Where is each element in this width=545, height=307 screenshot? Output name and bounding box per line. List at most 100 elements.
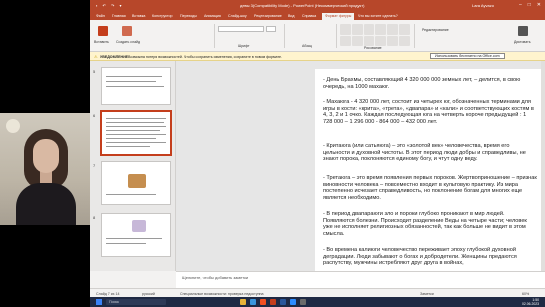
notes-placeholder[interactable]: Щелкните, чтобы добавить заметки xyxy=(182,275,248,280)
thumbnail-text-line xyxy=(106,146,150,147)
edge-icon[interactable] xyxy=(250,299,256,305)
app-icon[interactable] xyxy=(300,299,306,305)
screen: ▪ ↶ ↷ ▾ девы 3(Compatibility Mode) - Pow… xyxy=(0,0,545,307)
paragraph-group-label: Абзац xyxy=(302,44,312,48)
thumbnail-text-line xyxy=(106,138,156,139)
language-indicator[interactable]: русский xyxy=(142,292,155,296)
status-bar: Слайд 7 из 14 русский Специальные возмож… xyxy=(90,288,545,297)
editing-button[interactable]: Редактирование xyxy=(422,28,449,32)
person-body xyxy=(16,183,76,225)
slide-thumbnail[interactable]: 8 xyxy=(93,213,171,257)
window-controls: – □ ✕ xyxy=(519,2,541,8)
slide-bullet[interactable]: Махаюга - 4 320 000 лет, состоит из четы… xyxy=(323,99,537,125)
thumbnail-text-line xyxy=(106,81,156,82)
person-face xyxy=(33,139,59,173)
taskbar-apps xyxy=(240,299,306,305)
warning-icon: ⚠ xyxy=(94,54,98,59)
tab-help[interactable]: Справка xyxy=(302,14,316,18)
thumbnail-text-line xyxy=(106,238,162,239)
store-icon[interactable] xyxy=(260,299,266,305)
folder-icon[interactable] xyxy=(240,299,246,305)
font-name-select[interactable] xyxy=(218,26,264,32)
thumbnail-text-line xyxy=(106,243,146,244)
paste-button[interactable]: Вставить xyxy=(94,40,109,44)
font-size-select[interactable] xyxy=(266,26,276,32)
vertical-scrollbar[interactable] xyxy=(541,61,545,271)
slide-thumbnail[interactable]: 7 xyxy=(93,161,171,205)
powerpoint-window: ▪ ↶ ↷ ▾ девы 3(Compatibility Mode) - Pow… xyxy=(90,0,545,297)
title-bar: ▪ ↶ ↷ ▾ девы 3(Compatibility Mode) - Pow… xyxy=(90,0,545,12)
slide-canvas[interactable]: День Брахмы, составляющий 4 320 000 000 … xyxy=(315,69,545,271)
tell-me-search[interactable]: Что вы хотите сделать? xyxy=(358,14,398,18)
tab-view[interactable]: Вид xyxy=(288,14,295,18)
new-slide-icon[interactable] xyxy=(122,26,132,36)
taskbar: Поиск 1:50 02.06.2023 xyxy=(90,297,545,307)
info-bar: ⚠ УВЕДОМЛЕНИЕ Возможна потеря возможност… xyxy=(90,52,545,61)
thumbnail-text-line xyxy=(106,134,166,135)
webcam-video xyxy=(0,113,90,225)
tab-file[interactable]: Файл xyxy=(96,14,105,18)
close-icon[interactable]: ✕ xyxy=(537,2,541,8)
slide-bullet[interactable]: День Брахмы, составляющий 4 320 000 000 … xyxy=(323,77,537,90)
minimize-icon[interactable]: – xyxy=(519,2,522,8)
lamp-light xyxy=(6,119,20,133)
dictate-button[interactable]: Диктовать xyxy=(514,40,531,44)
thumbnail-text-line xyxy=(106,122,164,123)
tab-home[interactable]: Главная xyxy=(112,14,126,18)
ribbon-tabs: Файл Главная Вставка Конструктор Переход… xyxy=(90,12,545,20)
tab-insert[interactable]: Вставка xyxy=(132,14,145,18)
slide-bullet[interactable]: Третаюга – это время появления первых по… xyxy=(323,175,537,201)
window-title: девы 3(Compatibility Mode) - PowerPoint … xyxy=(240,3,365,8)
tab-review[interactable]: Рецензирование xyxy=(254,14,282,18)
thumbnail-image xyxy=(128,174,146,188)
info-bar-label: УВЕДОМЛЕНИЕ xyxy=(100,55,129,59)
word-icon[interactable] xyxy=(280,299,286,305)
ribbon-divider xyxy=(214,24,215,48)
ribbon-divider xyxy=(336,24,337,48)
thumbnail-image xyxy=(132,220,146,232)
slide-number: 6 xyxy=(93,113,96,118)
notes-pane[interactable]: Щелкните, чтобы добавить заметки xyxy=(176,271,545,288)
slide-number: 8 xyxy=(93,215,96,220)
notes-toggle[interactable]: Заметки xyxy=(420,292,434,296)
slide-thumbnail-selected[interactable]: 6 xyxy=(93,110,172,156)
tab-shape-format[interactable]: Формат фигуры xyxy=(322,13,355,20)
system-clock[interactable]: 1:50 02.06.2023 xyxy=(522,298,539,306)
user-name[interactable]: Lara Ayvazo xyxy=(472,3,494,8)
slide-thumbnails-pane: 5 6 7 8 xyxy=(90,61,176,271)
slide-number: 5 xyxy=(93,69,96,74)
shapes-gallery[interactable] xyxy=(340,24,410,46)
thumbnail-text-line xyxy=(106,76,162,77)
thumbnail-text-line xyxy=(106,130,160,131)
thumbnail-text-line xyxy=(106,126,166,127)
tab-slideshow[interactable]: Слайд-шоу xyxy=(228,14,247,18)
paste-icon[interactable] xyxy=(98,26,108,36)
tab-design[interactable]: Конструктор xyxy=(152,14,173,18)
info-bar-button[interactable]: Использовать бесплатно на Office.com xyxy=(430,53,505,59)
drawing-group-label: Рисование xyxy=(364,46,382,50)
thumbnail-text-line xyxy=(106,142,166,143)
accessibility-status[interactable]: Специальные возможности: проверка недост… xyxy=(180,292,264,296)
zoom-icon[interactable] xyxy=(290,299,296,305)
slide-number: 7 xyxy=(93,163,96,168)
slide-bullet[interactable]: В период двапараюги зло и пороки глубоко… xyxy=(323,211,537,237)
ribbon-divider xyxy=(414,24,415,48)
tab-animation[interactable]: Анимация xyxy=(204,14,221,18)
thumbnail-text-line xyxy=(106,86,164,87)
taskbar-search[interactable]: Поиск xyxy=(106,299,166,305)
microphone-icon[interactable] xyxy=(518,26,528,36)
tab-transitions[interactable]: Переходы xyxy=(180,14,197,18)
quick-access-toolbar[interactable]: ▪ ↶ ↷ ▾ xyxy=(96,3,123,8)
zoom-level[interactable]: 60% xyxy=(522,292,529,296)
slide-info: Слайд 7 из 14 xyxy=(96,292,120,296)
new-slide-button[interactable]: Создать слайд xyxy=(116,40,140,44)
slide-thumbnail[interactable]: 5 xyxy=(93,67,171,105)
slide-bullet[interactable]: Во времена калиюги человечество пережива… xyxy=(323,247,537,267)
slide-bullet[interactable]: Критаюга (или сатьяюга) – это «золотой в… xyxy=(323,143,537,163)
webcam-panel xyxy=(0,0,90,307)
start-icon[interactable] xyxy=(96,299,102,305)
maximize-icon[interactable]: □ xyxy=(528,2,531,8)
thumbnail-text-line xyxy=(106,194,156,195)
thumbnail-text-line xyxy=(106,118,166,119)
powerpoint-icon[interactable] xyxy=(270,299,276,305)
